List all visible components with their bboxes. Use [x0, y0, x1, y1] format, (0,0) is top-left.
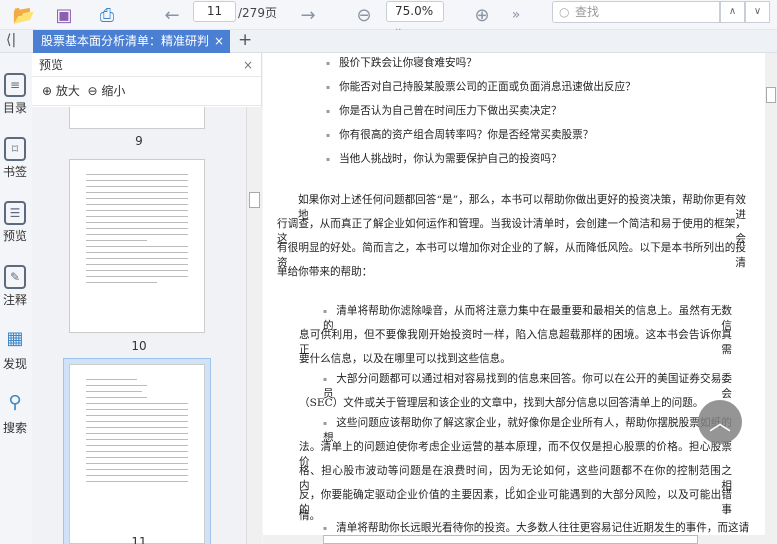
rail-label: 注释: [2, 293, 27, 307]
bullet-item: 你是否认为自己曾在时间压力下做出买卖决定？: [326, 103, 561, 118]
document-horizontal-scrollbar[interactable]: [263, 535, 765, 544]
paragraph-line: 反，你要能确定驱动企业价值的主要因素，比如企业可能遇到的大部分风险，以及可能出错…: [299, 489, 732, 516]
rail-label: 发现: [2, 357, 27, 371]
page-thumbnail[interactable]: [69, 159, 205, 333]
bullet-item: 清单将帮助你长远眼光看待你的投资。大多数人往往更容易记住近期发生的事件，而这请: [323, 520, 749, 535]
rail-label: 搜索: [2, 421, 27, 435]
new-tab-button[interactable]: +: [238, 30, 252, 50]
tab-bar: ⟨| 股票基本面分析清单：精准研判 × +: [0, 30, 777, 53]
sidebar-item-annotations[interactable]: ✎ 注释: [0, 265, 30, 308]
search-icon: ⚲: [8, 392, 22, 413]
page-thumbnail-current[interactable]: [69, 364, 205, 544]
bullet-item: 你能否对自己持股某股票公司的正面或负面消息迅速做出反应？: [326, 79, 636, 94]
next-page-icon[interactable]: →: [296, 3, 320, 27]
prev-page-icon[interactable]: ←: [160, 3, 184, 27]
bullet-item: 当他人挑战时，你认为需要保护自己的投资吗？: [326, 151, 561, 166]
print-icon[interactable]: ⎙: [95, 3, 119, 27]
preview-icon: ☰: [4, 201, 26, 225]
save-icon[interactable]: ▣: [52, 3, 76, 27]
toolbar: 📂 ▣ ⎙ ← 11 /279页 → ⊖ 75.0% ∨ ⊕ » ○ 查找 ∧ ∨: [0, 0, 777, 37]
zoom-out-icon[interactable]: ⊖: [352, 3, 376, 27]
zoom-out-button[interactable]: ⊖ 缩小: [88, 84, 126, 98]
zoom-in-button[interactable]: ⊕ 放大: [42, 84, 80, 98]
paragraph-line: （SEC）文件或关于管理层和该企业的文章中，找到大部分信息以回答清单上的问题。: [299, 397, 704, 409]
tab-title: 股票基本面分析清单：精准研判: [41, 34, 210, 48]
sidebar-item-preview[interactable]: ☰ 预览: [0, 201, 30, 244]
page-number: 9: [135, 134, 143, 148]
page-number: 11: [131, 535, 147, 544]
paragraph-line: 要什么信息，以及在哪里可以找到这些信息。: [299, 353, 511, 365]
page-number: 10: [131, 339, 147, 353]
sidebar-item-toc[interactable]: ≡ 目录: [0, 73, 30, 116]
zoom-out-label: 缩小: [101, 84, 126, 98]
search-next-button[interactable]: ∨: [745, 1, 770, 23]
preview-close-icon[interactable]: ×: [243, 53, 253, 77]
search-placeholder: 查找: [575, 5, 600, 19]
sidebar-item-bookmarks[interactable]: ⌑ 书签: [0, 137, 30, 180]
apps-icon: ▦: [6, 328, 24, 349]
paragraph-line: 情。: [299, 510, 321, 522]
sidebar-item-search[interactable]: ⚲ 搜索: [0, 393, 30, 436]
zoom-in-label: 放大: [55, 84, 80, 98]
rail-label: 目录: [2, 101, 27, 115]
bullet-item: 股价下跌会让你寝食难安吗？: [326, 55, 477, 70]
tab-document[interactable]: 股票基本面分析清单：精准研判 ×: [33, 30, 230, 53]
search-icon: ○: [559, 5, 570, 19]
back-to-top-button[interactable]: ︿: [698, 400, 742, 444]
page-thumbnail[interactable]: [69, 107, 205, 129]
page-total: /279页: [238, 6, 277, 20]
search-input[interactable]: ○ 查找: [552, 1, 720, 23]
zoom-select[interactable]: 75.0% ∨: [386, 1, 444, 37]
zoom-in-icon[interactable]: ⊕: [470, 3, 494, 27]
page-number-input[interactable]: 11: [193, 1, 236, 22]
paragraph-line: 单给你带来的帮助：: [277, 266, 373, 278]
collapse-sidebar-icon[interactable]: ⟨|: [6, 32, 16, 48]
document-page: 股价下跌会让你寝食难安吗？ 你能否对自己持股某股票公司的正面或负面消息迅速做出反…: [263, 53, 765, 535]
rail-label: 预览: [2, 229, 27, 243]
document-vertical-scrollbar[interactable]: [765, 53, 777, 544]
bookmark-icon: ⌑: [4, 137, 26, 161]
annotation-icon: ✎: [4, 265, 26, 289]
tab-close-icon[interactable]: ×: [214, 30, 224, 53]
zoom-value: 75.0%: [395, 4, 434, 18]
open-folder-icon[interactable]: 📂: [12, 3, 36, 27]
rail-label: 书签: [2, 165, 27, 179]
preview-scrollbar[interactable]: [246, 107, 262, 544]
bullet-item: 你有很高的资产组合周转率吗？你是否经常买卖股票？: [326, 127, 593, 142]
preview-panel: 预览 × ⊕ 放大 ⊖ 缩小 9 10 11: [32, 53, 262, 544]
thumbnail-list: 9 10 11: [32, 107, 246, 544]
sidebar-item-discover[interactable]: ▦ 发现: [0, 329, 30, 372]
sidebar-rail: ≡ 目录 ⌑ 书签 ☰ 预览 ✎ 注释 ▦ 发现 ⚲ 搜索: [0, 53, 32, 544]
search-prev-button[interactable]: ∧: [720, 1, 745, 23]
list-icon: ≡: [4, 73, 26, 97]
preview-title: 预览: [39, 58, 64, 72]
more-icon[interactable]: »: [504, 3, 528, 27]
